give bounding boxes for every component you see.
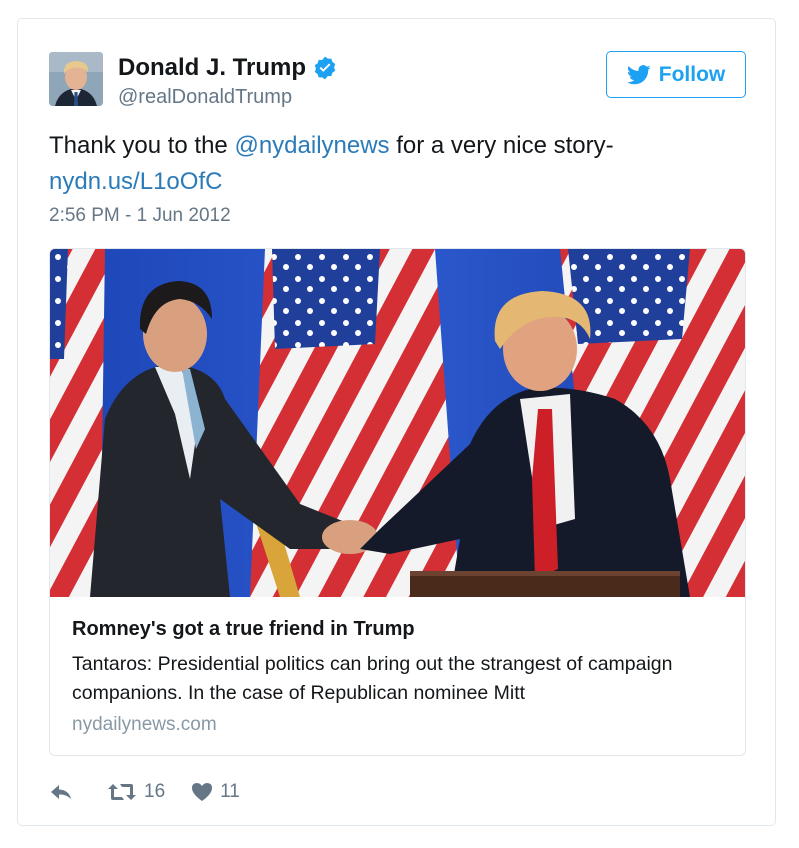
tweet-card: Donald J. Trump @realDonaldTrump Follow … [17,18,776,826]
author-handle[interactable]: @realDonaldTrump [118,84,292,110]
tweet-text-intro: Thank you to the [49,132,235,159]
heart-icon [191,782,213,802]
avatar[interactable] [49,52,103,106]
reply-button[interactable] [49,782,73,802]
card-description: Tantaros: Presidential politics can brin… [72,653,673,704]
avatar-image [49,52,103,106]
retweet-icon [107,781,137,803]
twitter-bird-icon [626,64,651,85]
tweet-text: Thank you to the @nydailynews for a very… [49,128,749,200]
author-display-name[interactable]: Donald J. Trump [118,53,306,83]
tweet-timestamp[interactable]: 2:56 PM - 1 Jun 2012 [49,203,231,229]
retweet-count: 16 [144,781,166,802]
tweet-actions: 16 11 [49,778,240,806]
card-photo [50,249,745,597]
like-count: 11 [220,781,240,802]
card-title: Romney's got a true friend in Trump [72,618,415,640]
mention-link[interactable]: @nydailynews [234,132,389,159]
reply-icon [49,782,73,802]
author-name-row: Donald J. Trump [118,53,338,83]
link-preview-card[interactable]: Romney's got a true friend in Trump Tant… [49,248,746,756]
card-domain: nydailynews.com [72,714,217,735]
retweet-button[interactable]: 16 [107,781,165,803]
story-link[interactable]: nydn.us/L1oOfC [49,168,222,195]
follow-button[interactable]: Follow [606,51,746,98]
like-button[interactable]: 11 [191,781,240,803]
verified-badge-icon [312,55,338,81]
tweet-text-rest: for a very nice story- [389,132,614,159]
follow-button-label: Follow [658,62,726,86]
